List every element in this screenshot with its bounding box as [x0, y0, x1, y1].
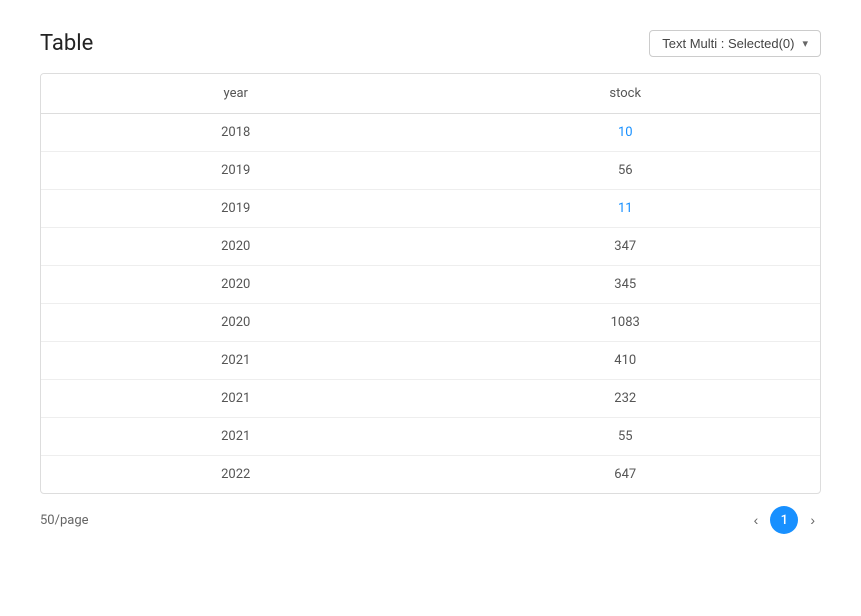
table-row: 201810 — [41, 114, 820, 152]
cell-year: 2019 — [41, 152, 431, 190]
table-wrapper: year stock 20181020195620191120203472020… — [40, 73, 821, 494]
cell-year: 2022 — [41, 456, 431, 494]
cell-stock: 345 — [431, 266, 821, 304]
cell-stock: 1083 — [431, 304, 821, 342]
chevron-down-icon: ▾ — [802, 37, 808, 50]
cell-year: 2020 — [41, 266, 431, 304]
cell-stock: 11 — [431, 190, 821, 228]
cell-year: 2021 — [41, 342, 431, 380]
table-row: 20201083 — [41, 304, 820, 342]
table-row: 2021410 — [41, 342, 820, 380]
data-table: year stock 20181020195620191120203472020… — [41, 74, 820, 493]
cell-year: 2021 — [41, 380, 431, 418]
table-row: 2020345 — [41, 266, 820, 304]
column-header-stock: stock — [431, 74, 821, 114]
next-page-button[interactable]: › — [804, 508, 821, 532]
cell-stock: 232 — [431, 380, 821, 418]
text-multi-dropdown[interactable]: Text Multi : Selected(0) ▾ — [649, 30, 821, 57]
column-header-year: year — [41, 74, 431, 114]
prev-page-button[interactable]: ‹ — [748, 508, 765, 532]
pagination: ‹ 1 › — [748, 506, 821, 534]
cell-stock: 55 — [431, 418, 821, 456]
cell-stock: 10 — [431, 114, 821, 152]
table-row: 2022647 — [41, 456, 820, 494]
cell-year: 2020 — [41, 228, 431, 266]
table-row: 2021232 — [41, 380, 820, 418]
cell-stock: 647 — [431, 456, 821, 494]
per-page-label: 50/page — [40, 513, 89, 528]
cell-stock: 56 — [431, 152, 821, 190]
cell-year: 2018 — [41, 114, 431, 152]
dropdown-label: Text Multi : Selected(0) — [662, 36, 794, 51]
current-page-number[interactable]: 1 — [770, 506, 798, 534]
page-title: Table — [40, 31, 93, 56]
cell-stock: 410 — [431, 342, 821, 380]
cell-year: 2020 — [41, 304, 431, 342]
cell-year: 2019 — [41, 190, 431, 228]
main-container: Table Text Multi : Selected(0) ▾ year st… — [20, 20, 841, 554]
header: Table Text Multi : Selected(0) ▾ — [40, 30, 821, 57]
cell-stock: 347 — [431, 228, 821, 266]
table-row: 201956 — [41, 152, 820, 190]
cell-year: 2021 — [41, 418, 431, 456]
table-row: 202155 — [41, 418, 820, 456]
table-footer: 50/page ‹ 1 › — [40, 506, 821, 534]
table-row: 201911 — [41, 190, 820, 228]
table-header-row: year stock — [41, 74, 820, 114]
table-row: 2020347 — [41, 228, 820, 266]
